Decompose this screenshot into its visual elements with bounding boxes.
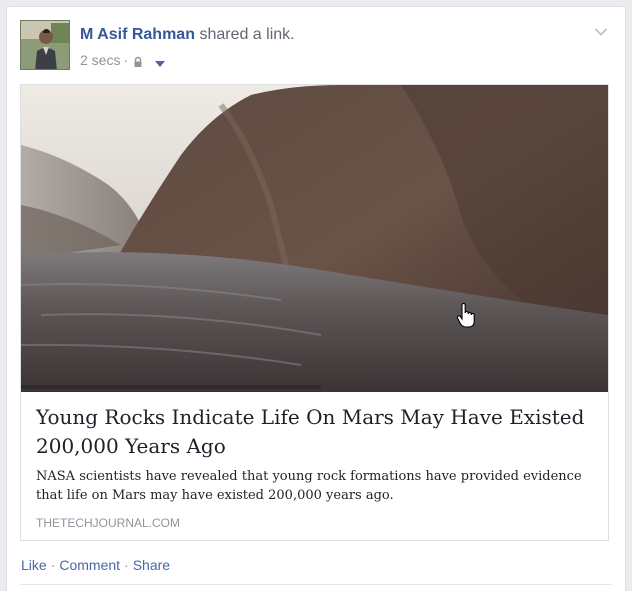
post-timestamp[interactable]: 2 secs	[80, 51, 120, 69]
divider	[20, 584, 612, 585]
lock-icon	[132, 54, 144, 67]
hand-cursor-icon	[456, 302, 476, 329]
action-separator: ·	[124, 557, 129, 573]
meta-separator: ·	[123, 52, 129, 68]
avatar[interactable]	[20, 20, 70, 70]
post-actions: Like · Comment · Share	[21, 556, 170, 574]
post-header: M Asif Rahman shared a link. 2 secs ·	[20, 20, 612, 74]
action-separator: ·	[50, 557, 56, 573]
feed-post: M Asif Rahman shared a link. 2 secs · Yo…	[6, 6, 626, 591]
link-description: NASA scientists have revealed that young…	[36, 469, 582, 503]
author-name[interactable]: M Asif Rahman	[80, 26, 195, 43]
audience-caret-down-icon[interactable]	[154, 55, 166, 67]
chevron-down-icon[interactable]	[594, 24, 608, 36]
link-domain: THETECHJOURNAL.COM	[36, 516, 181, 530]
post-meta: 2 secs ·	[80, 51, 166, 69]
comment-button[interactable]: Comment	[59, 557, 120, 573]
preview-image[interactable]	[21, 85, 608, 392]
share-button[interactable]: Share	[133, 557, 170, 573]
post-action-text: shared a link.	[199, 26, 295, 43]
link-preview[interactable]: Young Rocks Indicate Life On Mars May Ha…	[20, 84, 609, 541]
like-button[interactable]: Like	[21, 557, 47, 573]
post-title-line: M Asif Rahman shared a link.	[80, 25, 295, 45]
link-title[interactable]: Young Rocks Indicate Life On Mars May Ha…	[36, 403, 596, 461]
